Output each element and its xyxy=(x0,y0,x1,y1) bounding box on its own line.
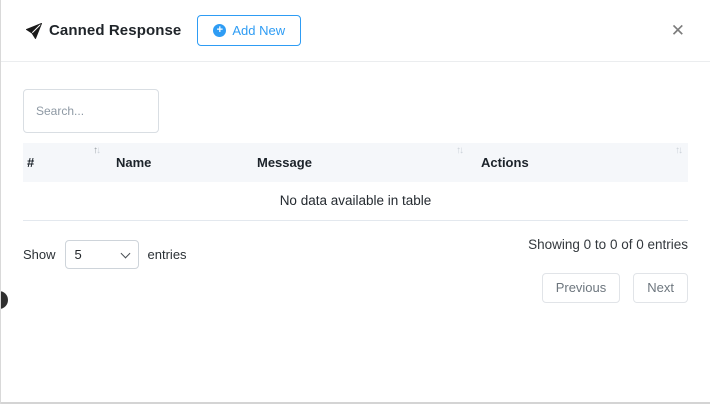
next-button[interactable]: Next xyxy=(633,273,688,303)
page-length-control: Show 5 entries xyxy=(23,240,187,269)
page-size-select-wrap: 5 xyxy=(65,240,139,269)
page-size-select[interactable]: 5 xyxy=(65,240,139,269)
column-header-number[interactable]: # ↑↓ xyxy=(23,143,106,182)
canned-response-table: # ↑↓ Name Message ↑↓ Actions ↑↓ xyxy=(23,143,688,221)
empty-table-row: No data available in table xyxy=(23,182,688,220)
modal-body: # ↑↓ Name Message ↑↓ Actions ↑↓ xyxy=(1,62,710,303)
column-header-name[interactable]: Name xyxy=(106,143,247,182)
sort-icon: ↑↓ xyxy=(93,146,99,156)
paper-plane-icon xyxy=(26,23,42,39)
show-label: Show xyxy=(23,247,56,262)
search-input[interactable] xyxy=(23,89,159,133)
table-header-row: # ↑↓ Name Message ↑↓ Actions ↑↓ xyxy=(23,143,688,182)
canned-response-modal: Canned Response + Add New ✕ # ↑↓ Name xyxy=(0,0,710,404)
close-icon[interactable]: ✕ xyxy=(671,22,685,39)
add-new-button[interactable]: + Add New xyxy=(197,15,301,46)
entries-label: entries xyxy=(148,247,187,262)
entries-summary: Showing 0 to 0 of 0 entries xyxy=(528,237,688,252)
pager: Previous Next xyxy=(542,273,688,303)
column-label: Name xyxy=(116,155,151,170)
sort-icon: ↑↓ xyxy=(675,146,681,156)
plus-circle-icon: + xyxy=(213,24,226,37)
previous-button[interactable]: Previous xyxy=(542,273,621,303)
add-new-label: Add New xyxy=(232,23,285,38)
pagination-group: Showing 0 to 0 of 0 entries Previous Nex… xyxy=(528,237,688,303)
empty-table-message: No data available in table xyxy=(23,182,688,220)
column-header-actions[interactable]: Actions ↑↓ xyxy=(469,143,688,182)
column-label: # xyxy=(27,155,34,170)
page-title: Canned Response xyxy=(49,22,181,39)
sort-icon: ↑↓ xyxy=(456,146,462,156)
column-label: Actions xyxy=(481,155,529,170)
table-controls: Show 5 entries Showing 0 to 0 of 0 entri… xyxy=(23,237,688,303)
column-label: Message xyxy=(257,155,312,170)
modal-header: Canned Response + Add New ✕ xyxy=(1,0,710,62)
column-header-message[interactable]: Message ↑↓ xyxy=(247,143,469,182)
